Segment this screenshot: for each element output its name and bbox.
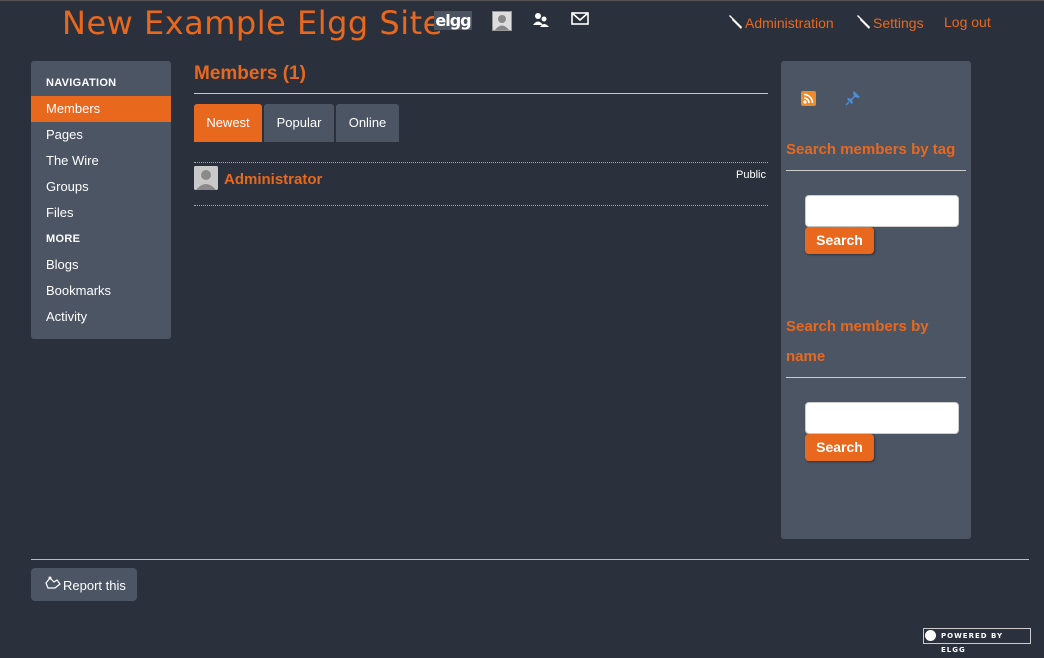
name-search-heading: Search members by name <box>786 318 929 365</box>
report-icon <box>45 576 61 589</box>
tag-search-button[interactable]: Search <box>805 227 874 254</box>
sidebar-item-blogs[interactable]: Blogs <box>31 252 171 278</box>
navigation-heading: NAVIGATION <box>46 77 117 89</box>
settings-label: Settings <box>873 15 924 31</box>
sidebar: NAVIGATION Members Pages The Wire Groups… <box>31 61 171 339</box>
member-avatar[interactable] <box>194 166 218 190</box>
top-border <box>0 0 1044 1</box>
name-search-button[interactable]: Search <box>805 434 874 461</box>
settings-link[interactable]: Settings <box>856 14 924 31</box>
list-divider <box>194 162 768 163</box>
tab-popular[interactable]: Popular <box>264 104 334 142</box>
list-divider <box>194 205 768 206</box>
site-title[interactable]: New Example Elgg Site <box>62 4 443 42</box>
elgg-badge-icon <box>925 630 936 641</box>
name-search-divider <box>786 377 966 378</box>
tab-online[interactable]: Online <box>336 104 399 142</box>
administration-link[interactable]: Administration <box>728 14 834 31</box>
powered-by-label: POWERED BY ELGG <box>941 632 1004 654</box>
tag-search-divider <box>786 170 966 171</box>
sidebar-item-members[interactable]: Members <box>31 96 171 122</box>
sidebar-item-activity[interactable]: Activity <box>31 304 171 330</box>
wrench-icon <box>729 15 742 29</box>
pin-icon[interactable] <box>845 90 861 106</box>
right-sidebar: Search members by tag Search Search memb… <box>781 61 971 539</box>
elgg-logo-icon[interactable]: elgg <box>434 11 472 30</box>
wrench-icon <box>857 15 870 29</box>
mail-icon[interactable] <box>571 11 589 32</box>
administration-label: Administration <box>745 15 834 31</box>
sidebar-item-groups[interactable]: Groups <box>31 174 171 200</box>
friends-icon[interactable] <box>532 11 550 34</box>
sidebar-item-pages[interactable]: Pages <box>31 122 171 148</box>
powered-by-elgg-badge[interactable]: POWERED BY ELGG <box>923 628 1031 654</box>
sidebar-item-files[interactable]: Files <box>31 200 171 226</box>
sidebar-item-bookmarks[interactable]: Bookmarks <box>31 278 171 304</box>
rss-icon[interactable] <box>801 91 816 106</box>
tag-search-heading: Search members by tag <box>786 141 956 158</box>
name-search-input[interactable] <box>805 402 959 434</box>
sidebar-item-the-wire[interactable]: The Wire <box>31 148 171 174</box>
more-heading: MORE <box>46 233 81 245</box>
report-this-button[interactable]: Report this <box>31 568 137 601</box>
access-level: Public <box>736 169 766 181</box>
logout-link[interactable]: Log out <box>944 14 991 30</box>
title-divider <box>194 93 768 94</box>
tag-search-input[interactable] <box>805 195 959 227</box>
footer-divider <box>31 559 1029 560</box>
user-avatar-icon[interactable] <box>492 11 512 31</box>
page-title: Members (1) <box>194 63 306 84</box>
report-this-label: Report this <box>63 578 126 593</box>
tab-newest[interactable]: Newest <box>194 104 262 142</box>
member-name-link[interactable]: Administrator <box>224 171 322 188</box>
